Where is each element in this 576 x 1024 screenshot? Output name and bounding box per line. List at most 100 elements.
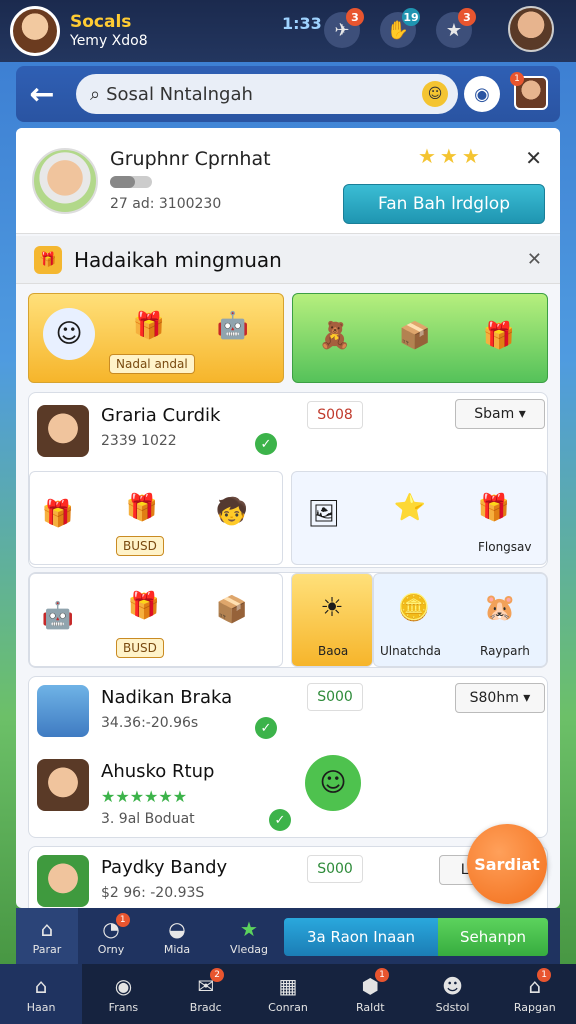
select-value: Sbam bbox=[474, 406, 515, 422]
avatar bbox=[37, 405, 89, 457]
gift-group[interactable]: 🖼 ⭐ 🎁 Flongsav bbox=[291, 471, 547, 565]
tab-label: Conran bbox=[268, 1001, 308, 1014]
sehanpn-button[interactable]: Sehanpn bbox=[438, 918, 548, 956]
item-title: Ahusko Rtup bbox=[101, 761, 215, 782]
profile-avatar[interactable] bbox=[32, 148, 98, 214]
reward-banner-yellow[interactable]: ☺ 🎁 🤖 Nadal andal bbox=[28, 293, 284, 383]
notification-icon[interactable]: ✈ 3 bbox=[324, 8, 364, 48]
section-header: 🎁 Hadaikah mingmuan ✕ bbox=[16, 236, 560, 284]
gift-group[interactable]: 🤖 🎁 📦 BUSD bbox=[29, 573, 283, 667]
tab-label: Haan bbox=[26, 1001, 56, 1014]
tile-caption: Baoa bbox=[318, 644, 349, 658]
badge: 19 bbox=[402, 8, 420, 26]
top-counter: 1:33 bbox=[282, 14, 322, 33]
reward-tile[interactable]: 🪙 🐹 Ulnatchda Rayparh bbox=[373, 573, 547, 667]
raon-button[interactable]: 3a Raon Inaan bbox=[284, 918, 438, 956]
check-icon: ✓ bbox=[255, 717, 277, 739]
star-icon[interactable]: ★ 3 bbox=[436, 8, 476, 48]
character-avatar: ☺ bbox=[43, 308, 95, 360]
profile-name: Gruphnr Cprnhat bbox=[110, 148, 271, 170]
mini-avatar[interactable]: 1 bbox=[510, 72, 548, 110]
top-bar: Socals Yemy Xdo8 1:33 ✈ 3 ✋ 19 ★ 3 bbox=[0, 0, 576, 62]
friend-avatar[interactable] bbox=[508, 6, 554, 52]
user-avatar[interactable] bbox=[10, 6, 60, 56]
main-panel: Gruphnr Cprnhat 27 ad: 3100230 ★★★ ✕ Fan… bbox=[16, 128, 560, 908]
gift-label: BUSD bbox=[116, 638, 164, 658]
profile-stats: 27 ad: 3100230 bbox=[110, 196, 222, 212]
rating-stars-icon: ★★★ bbox=[418, 144, 484, 168]
messages-icon[interactable]: ✋ 19 bbox=[380, 8, 420, 48]
badge: 3 bbox=[458, 8, 476, 26]
profile-card: Gruphnr Cprnhat 27 ad: 3100230 ★★★ ✕ Fan… bbox=[16, 128, 560, 234]
list-item[interactable]: Graria Curdik 2339 1022 S008 Sbam ▾ ✓ 🎁 … bbox=[28, 392, 548, 568]
reward-banner-green[interactable]: 🧸 📦 🎁 bbox=[292, 293, 548, 383]
gift-label: BUSD bbox=[116, 536, 164, 556]
tab-home[interactable]: ⌂ Haan bbox=[0, 964, 83, 1024]
star-icon: ⭐ bbox=[393, 493, 427, 523]
nav-item-vledag[interactable]: ★ Vledag bbox=[214, 908, 284, 964]
close-icon[interactable]: ✕ bbox=[527, 249, 542, 270]
fan-button[interactable]: Fan Bah lrdglop bbox=[343, 184, 545, 224]
avatar bbox=[37, 855, 89, 907]
item-title: Nadikan Braka bbox=[101, 687, 233, 708]
badge: 2 bbox=[210, 968, 225, 982]
item-title: Graria Curdik bbox=[101, 405, 221, 426]
tab-sdstol[interactable]: ☻ Sdstol bbox=[411, 964, 493, 1024]
tab-conran[interactable]: ▦ Conran bbox=[247, 964, 329, 1024]
badge: 1 bbox=[375, 968, 389, 982]
bottom-tab-bar: ⌂ Haan ◉ Frans ✉ 2 Bradc ▦ Conran ⬢ 1 Raldt ☻ Sd… bbox=[0, 964, 576, 1024]
badge: 1 bbox=[510, 72, 524, 86]
price-tag: S008 bbox=[307, 401, 363, 429]
gift-group[interactable]: 🎁 🎁 🧒 BUSD bbox=[29, 471, 283, 565]
emoji-icon[interactable]: ☺ bbox=[422, 81, 448, 107]
reward-tile[interactable]: ☀ Baoa bbox=[291, 573, 373, 667]
chest-icon: 📦 bbox=[215, 595, 249, 625]
brand-name: Socals bbox=[70, 12, 132, 33]
tab-bradc[interactable]: ✉ 2 Bradc bbox=[165, 964, 247, 1024]
search-row: ← ⌕ Sosal Nntalngah ☺ ◉ 1 bbox=[16, 66, 560, 122]
tab-label: Rapgan bbox=[513, 1001, 556, 1014]
nav-item-home[interactable]: ⌂ Parar bbox=[16, 908, 78, 964]
gift-icon: 🎁 bbox=[34, 245, 62, 274]
nav-label: Orny bbox=[97, 942, 125, 956]
avatar bbox=[37, 759, 89, 811]
search-icon: ⌕ bbox=[90, 83, 101, 105]
nav-label: Mida bbox=[163, 942, 191, 956]
home-icon: ⌂ bbox=[34, 974, 48, 998]
sun-icon: ☀ bbox=[320, 593, 344, 623]
avatar bbox=[37, 685, 89, 737]
list-item[interactable]: Nadikan Braka 34.36:-20.96s S000 S80hm ▾… bbox=[28, 676, 548, 838]
back-arrow-icon[interactable]: ← bbox=[16, 68, 68, 120]
search-placeholder: Sosal Nntalngah bbox=[106, 83, 253, 105]
gift-caption: Flongsav bbox=[478, 540, 532, 554]
tab-frans[interactable]: ◉ Frans bbox=[82, 964, 164, 1024]
gift-box-icon: 🎁 bbox=[132, 311, 166, 341]
profile-progress-bar bbox=[110, 176, 152, 188]
select-dropdown[interactable]: Sbam ▾ bbox=[455, 399, 545, 429]
gold-gift-icon: 🎁 bbox=[477, 493, 511, 523]
nav-item-orny[interactable]: ◔ 1 Orny bbox=[80, 908, 142, 964]
tab-label: Bradc bbox=[189, 1001, 222, 1014]
badge: 1 bbox=[115, 912, 130, 927]
close-icon[interactable]: ✕ bbox=[525, 146, 542, 170]
reward-row: 🤖 🎁 📦 BUSD ☀ Baoa 🪙 🐹 Ulnatchda Rayparh bbox=[28, 572, 548, 668]
tab-raldt[interactable]: ⬢ 1 Raldt bbox=[329, 964, 411, 1024]
green-blob-icon: ☺ bbox=[305, 755, 361, 811]
select-dropdown[interactable]: S80hm ▾ bbox=[455, 683, 545, 713]
media-icon: ◒ bbox=[168, 916, 186, 941]
tab-rapgan[interactable]: ⌂ 1 Rapgan bbox=[494, 964, 576, 1024]
check-icon: ✓ bbox=[269, 809, 291, 831]
search-input[interactable]: ⌕ Sosal Nntalngah ☺ bbox=[76, 74, 458, 114]
character-icon: 🐹 bbox=[483, 593, 517, 623]
eye-icon[interactable]: ◉ bbox=[464, 76, 500, 112]
nav-item-mida[interactable]: ◒ Mida bbox=[146, 908, 208, 964]
star-icon: ★ bbox=[240, 916, 258, 941]
friends-icon: ◉ bbox=[114, 974, 133, 998]
fab-button[interactable]: Sardiat bbox=[467, 824, 547, 904]
brand-block: Socals Yemy Xdo8 bbox=[70, 12, 148, 49]
robot-icon: 🤖 bbox=[216, 311, 250, 341]
check-icon: ✓ bbox=[255, 433, 277, 455]
section-title: Hadaikah mingmuan bbox=[74, 247, 282, 272]
chat-icon: ◔ 1 bbox=[102, 912, 130, 941]
price-tag: S000 bbox=[307, 683, 363, 711]
